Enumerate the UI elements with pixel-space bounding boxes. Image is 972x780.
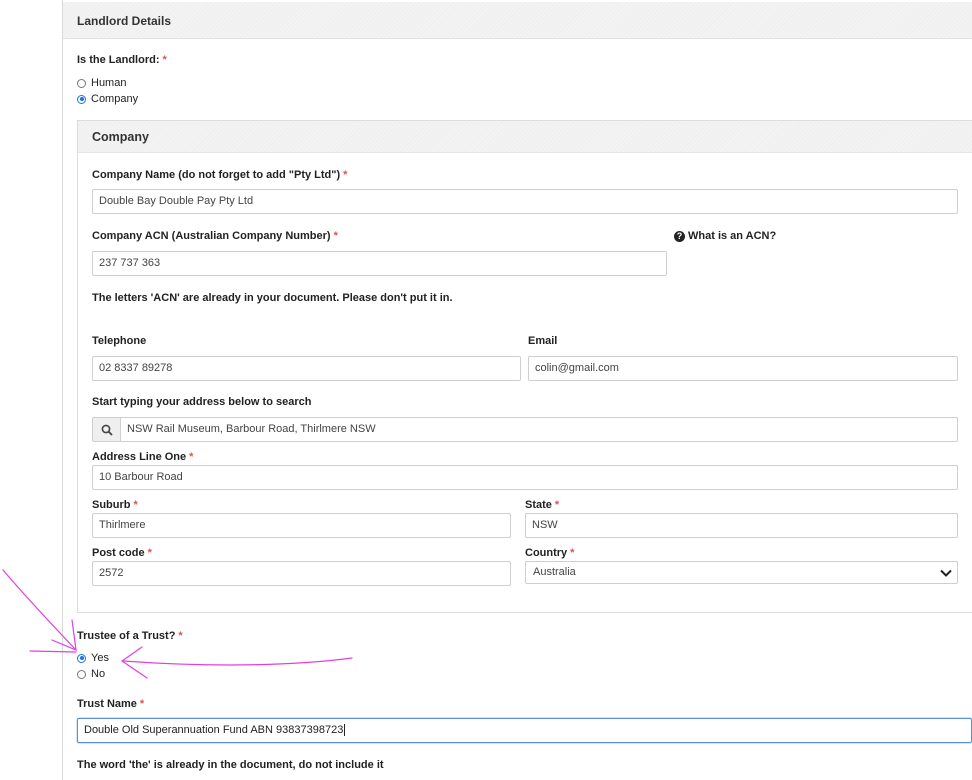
- country-select[interactable]: Australia: [525, 561, 958, 584]
- radio-no-button[interactable]: [77, 669, 86, 679]
- required-marker: *: [133, 499, 138, 511]
- address-line-one-label-text: Address Line One: [92, 451, 187, 463]
- annotation-arrow-right-head: [120, 646, 148, 679]
- panel-title: Landlord Details: [77, 14, 172, 28]
- radio-company[interactable]: Company: [77, 93, 138, 105]
- company-name-label-text: Company Name (do not forget to add "Pty …: [92, 169, 341, 181]
- trustee-label-text: Trustee of a Trust?: [77, 630, 176, 642]
- search-icon: [101, 424, 113, 436]
- suburb-input[interactable]: Thirlmere: [92, 513, 511, 538]
- required-marker: *: [333, 230, 338, 242]
- company-header: Company: [78, 121, 972, 153]
- required-marker: *: [554, 499, 560, 511]
- annotation-line-horizontal: [29, 650, 77, 653]
- annotation-arrow-right: [123, 657, 353, 666]
- what-is-acn-text: What is an ACN?: [688, 230, 777, 242]
- radio-company-button[interactable]: [77, 94, 86, 104]
- trustee-label: Trustee of a Trust? *: [77, 630, 183, 642]
- address-search-label: Start typing your address below to searc…: [92, 396, 312, 408]
- landlord-type-label-text: Is the Landlord:: [77, 54, 160, 66]
- search-button[interactable]: [92, 417, 120, 442]
- trust-name-label-text: Trust Name: [77, 698, 137, 710]
- required-marker: *: [343, 169, 348, 181]
- required-marker: *: [570, 547, 575, 559]
- state-label-text: State: [525, 499, 552, 511]
- acn-note: The letters 'ACN' are already in your do…: [92, 292, 453, 304]
- radio-yes-button[interactable]: [77, 653, 86, 663]
- annotation-arrow-diagonal: [2, 569, 77, 651]
- radio-no-label: No: [91, 668, 106, 680]
- required-marker: *: [139, 698, 145, 710]
- country-label: Country *: [525, 547, 574, 559]
- text-caret: [344, 724, 346, 737]
- address-line-one-input[interactable]: 10 Barbour Road: [92, 465, 958, 490]
- chevron-down-icon: [940, 569, 952, 577]
- trust-name-value: Double Old Superannuation Fund ABN 93837…: [84, 724, 344, 736]
- email-input[interactable]: colin@gmail.com: [528, 356, 958, 381]
- address-line-one-label: Address Line One *: [92, 451, 193, 463]
- radio-yes-label: Yes: [91, 652, 109, 664]
- postcode-label: Post code *: [92, 547, 152, 559]
- required-marker: *: [189, 451, 194, 463]
- suburb-label: Suburb *: [92, 499, 138, 511]
- landlord-details-header: Landlord Details: [63, 2, 972, 39]
- telephone-input[interactable]: 02 8337 89278: [92, 356, 521, 381]
- annotation-arrow-diagonal-head-a: [51, 619, 77, 651]
- radio-human-label: Human: [91, 77, 127, 89]
- required-marker: *: [178, 630, 183, 642]
- required-marker: *: [162, 54, 167, 66]
- company-acn-label: Company ACN (Australian Company Number) *: [92, 230, 338, 242]
- postcode-input[interactable]: 2572: [92, 561, 511, 586]
- form-left-border: [62, 0, 63, 780]
- question-circle-icon: ?: [674, 230, 685, 242]
- state-input[interactable]: NSW: [525, 513, 958, 538]
- trust-name-note: The word 'the' is already in the documen…: [77, 759, 384, 771]
- trust-name-input[interactable]: Double Old Superannuation Fund ABN 93837…: [77, 718, 972, 743]
- radio-company-label: Company: [91, 93, 139, 105]
- country-label-text: Country: [525, 547, 568, 559]
- radio-human[interactable]: Human: [77, 77, 126, 89]
- state-label: State *: [525, 499, 559, 511]
- landlord-type-label: Is the Landlord: *: [77, 54, 167, 66]
- company-acn-label-text: Company ACN (Australian Company Number): [92, 230, 331, 242]
- suburb-label-text: Suburb: [92, 499, 131, 511]
- trust-name-label: Trust Name *: [77, 698, 144, 710]
- company-name-input[interactable]: Double Bay Double Pay Pty Ltd: [92, 189, 958, 214]
- required-marker: *: [147, 547, 152, 559]
- what-is-acn-link[interactable]: ? What is an ACN?: [674, 230, 776, 242]
- company-title: Company: [92, 130, 149, 144]
- email-label: Email: [528, 335, 558, 347]
- radio-trustee-no[interactable]: No: [77, 668, 105, 680]
- radio-human-button[interactable]: [77, 78, 86, 88]
- company-name-label: Company Name (do not forget to add "Pty …: [92, 169, 347, 181]
- radio-trustee-yes[interactable]: Yes: [77, 652, 109, 664]
- company-acn-input[interactable]: 237 737 363: [92, 251, 667, 276]
- address-search-input[interactable]: NSW Rail Museum, Barbour Road, Thirlmere…: [120, 417, 958, 442]
- telephone-label: Telephone: [92, 335, 147, 347]
- postcode-label-text: Post code: [92, 547, 145, 559]
- country-select-value: Australia: [533, 566, 576, 578]
